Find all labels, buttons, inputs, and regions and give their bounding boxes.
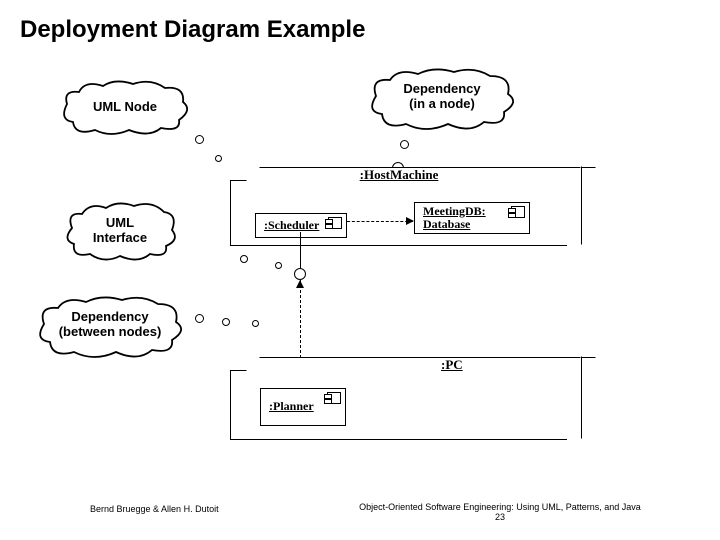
bubble-icon	[222, 318, 230, 326]
dependency-arrow	[347, 221, 413, 222]
lollipop-icon	[294, 268, 306, 280]
component-icon	[328, 217, 342, 229]
bubble-icon	[400, 140, 409, 149]
callout-uml-interface: UML Interface	[60, 202, 180, 264]
bubble-icon	[215, 155, 222, 162]
arrowhead-icon	[406, 217, 414, 225]
interface-stick	[300, 232, 301, 268]
component-icon	[327, 392, 341, 404]
bubble-icon	[252, 320, 259, 327]
callout-uml-node: UML Node	[55, 80, 195, 136]
component-scheduler: :Scheduler	[255, 213, 347, 238]
bubble-icon	[195, 135, 204, 144]
component-icon	[511, 206, 525, 218]
arrowhead-icon	[296, 280, 304, 288]
bubble-icon	[275, 262, 282, 269]
bubble-icon	[240, 255, 248, 263]
callout-dependency-in-node: Dependency (in a node)	[362, 68, 522, 132]
component-planner: :Planner	[260, 388, 346, 426]
slide-title: Deployment Diagram Example	[20, 16, 365, 44]
bubble-icon	[195, 314, 204, 323]
footer-book: Object-Oriented Software Engineering: Us…	[340, 502, 660, 522]
component-meetingdb: MeetingDB: Database	[414, 202, 530, 234]
callout-dependency-between-nodes: Dependency (between nodes)	[30, 296, 190, 360]
footer-authors: Bernd Bruegge & Allen H. Dutoit	[90, 504, 219, 514]
